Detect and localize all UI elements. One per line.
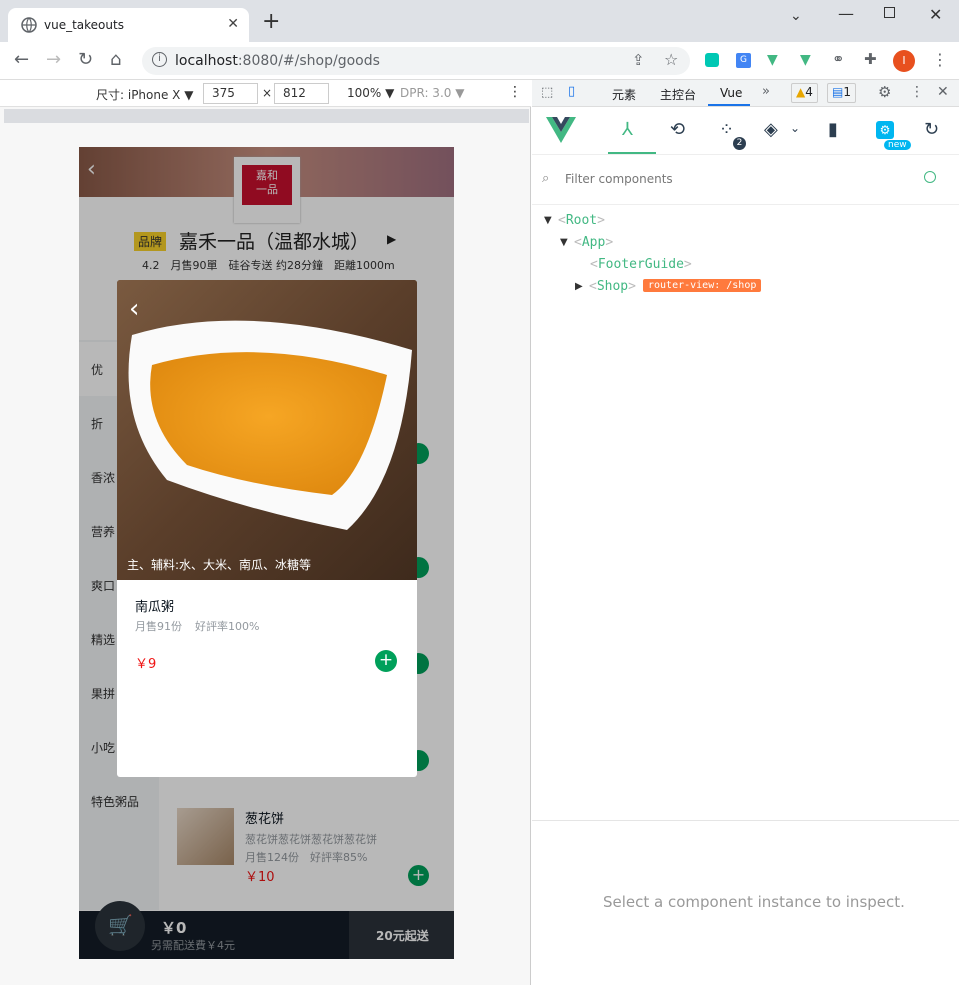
- back-icon[interactable]: ←: [14, 49, 29, 70]
- device-more-icon[interactable]: ⋮: [508, 84, 522, 100]
- performance-dots-icon[interactable]: ⁘: [719, 119, 734, 140]
- components-tab-underline: [608, 152, 656, 154]
- warning-icon: ▲: [796, 85, 806, 99]
- share-icon[interactable]: ⇪: [632, 51, 645, 69]
- router-view-tag: router-view: /shop: [643, 279, 762, 292]
- select-component-icon[interactable]: [924, 171, 936, 183]
- expand-shop-icon[interactable]: ▶: [575, 281, 583, 292]
- add-to-cart-icon[interactable]: +: [375, 650, 397, 672]
- food-price: ￥9: [135, 657, 157, 672]
- settings-gear-icon[interactable]: ⚙: [878, 83, 891, 101]
- chart-icon[interactable]: ▮: [828, 119, 838, 140]
- devtools-tabbar: ⬚ ▯ 元素 主控台 Vue » ▲4 ▤1 ⚙ ⋮ ✕: [532, 80, 959, 107]
- vue-devtools-icon-2[interactable]: ▼: [800, 52, 811, 68]
- food-detail-modal: ‹ 主、辅料:水、大米、南瓜、冰糖等 南瓜粥 月售91份 好評率100% ￥9 …: [117, 280, 417, 777]
- timeline-count-badge: 2: [733, 137, 746, 150]
- messages-badge[interactable]: ▤1: [827, 83, 856, 103]
- devtools-panel: ⬚ ▯ 元素 主控台 Vue » ▲4 ▤1 ⚙ ⋮ ✕ ⅄ ⟲ ⁘ 2 ◈ ⌄…: [532, 80, 959, 985]
- inspector-pane: Select a component instance to inspect.: [532, 820, 959, 985]
- inspect-placeholder: Select a component instance to inspect.: [603, 893, 905, 911]
- browser-tab[interactable]: vue_takeouts ✕: [8, 8, 249, 42]
- expand-app-icon[interactable]: ▼: [560, 237, 568, 248]
- food-image: ‹ 主、辅料:水、大米、南瓜、冰糖等: [117, 280, 417, 580]
- width-input[interactable]: 375: [203, 83, 258, 104]
- info-icon[interactable]: i: [152, 52, 167, 67]
- tree-node-root[interactable]: <Root>: [558, 213, 605, 228]
- modal-back-icon[interactable]: ‹: [129, 294, 139, 324]
- device-toggle-icon[interactable]: ▯: [568, 84, 575, 99]
- close-window-icon[interactable]: ✕: [929, 5, 942, 24]
- browser-toolbar: ← → ↻ ⌂ i localhost:8080/#/shop/goods ⇪ …: [0, 42, 959, 80]
- tree-node-footerguide[interactable]: <FooterGuide>: [590, 257, 692, 272]
- timeline-icon[interactable]: ⟲: [670, 119, 685, 140]
- plugin-settings-icon[interactable]: ⚙: [876, 121, 894, 139]
- height-input[interactable]: 812: [274, 83, 329, 104]
- new-tab-button[interactable]: +: [262, 9, 280, 34]
- tree-node-app[interactable]: <App>: [574, 235, 613, 250]
- extension-teal-icon[interactable]: [705, 53, 719, 67]
- tab-elements[interactable]: 元素: [612, 86, 636, 103]
- globe-icon: [21, 17, 37, 37]
- minimize-icon[interactable]: —: [838, 4, 854, 23]
- expand-root-icon[interactable]: ▼: [544, 215, 552, 226]
- component-filter: ⌕ Filter components: [532, 155, 959, 205]
- food-name: 南瓜粥: [135, 600, 175, 615]
- routes-dropdown-icon[interactable]: ⌄: [790, 121, 800, 135]
- media-query-ruler[interactable]: [4, 109, 529, 123]
- inspect-element-icon[interactable]: ⬚: [541, 85, 553, 100]
- address-bar[interactable]: i localhost:8080/#/shop/goods ⇪ ☆: [142, 47, 690, 75]
- tab-vue-underline: [708, 104, 750, 106]
- filter-components-input[interactable]: Filter components: [565, 172, 673, 186]
- translate-icon[interactable]: G: [736, 53, 751, 68]
- device-toolbar: 尺寸: iPhone X ▼ 375 × 812 100% ▼ DPR: 3.0…: [0, 80, 531, 107]
- tree-node-shop[interactable]: <Shop>: [589, 279, 636, 294]
- search-icon: ⌕: [542, 171, 550, 186]
- message-icon: ▤: [832, 85, 844, 99]
- chrome-menu-icon[interactable]: ⋮: [932, 50, 948, 69]
- tab-vue[interactable]: Vue: [720, 86, 742, 100]
- tab-console[interactable]: 主控台: [660, 86, 696, 103]
- extensions-puzzle-icon[interactable]: ✚: [864, 50, 877, 68]
- tab-search-icon[interactable]: ⌄: [790, 8, 802, 24]
- maximize-icon[interactable]: [884, 7, 895, 18]
- dpr-select[interactable]: DPR: 3.0 ▼: [400, 86, 464, 100]
- device-viewport: 尺寸: iPhone X ▼ 375 × 812 100% ▼ DPR: 3.0…: [0, 80, 531, 985]
- vue-logo-icon: [546, 117, 576, 147]
- forward-icon[interactable]: →: [46, 49, 61, 70]
- zoom-select[interactable]: 100% ▼: [347, 86, 394, 100]
- tab-title: vue_takeouts: [44, 18, 124, 32]
- home-icon[interactable]: ⌂: [110, 49, 121, 70]
- device-select[interactable]: 尺寸: iPhone X ▼: [96, 86, 193, 103]
- refresh-icon[interactable]: ↻: [924, 119, 939, 140]
- tab-strip: vue_takeouts ✕ + ⌄ — ✕: [0, 0, 959, 42]
- vue-devtools-nav: ⅄ ⟲ ⁘ 2 ◈ ⌄ ▮ ⚙ new ↻: [532, 107, 959, 155]
- new-badge: new: [884, 140, 911, 150]
- profile-avatar[interactable]: I: [893, 50, 915, 72]
- warnings-badge[interactable]: ▲4: [791, 83, 818, 103]
- url-text: localhost:8080/#/shop/goods: [175, 53, 380, 69]
- phone-screen: ‹ 嘉和 一品 品牌 嘉禾一品（温都水城） ▶ 4.2 月售90單 硅谷专送 约2…: [79, 147, 454, 959]
- routes-icon[interactable]: ◈: [764, 119, 778, 140]
- devtools-menu-icon[interactable]: ⋮: [910, 84, 924, 100]
- reload-icon[interactable]: ↻: [78, 49, 93, 70]
- extension-link-icon[interactable]: ⚭: [832, 50, 845, 68]
- close-devtools-icon[interactable]: ✕: [937, 84, 949, 100]
- vue-devtools-icon[interactable]: ▼: [767, 52, 778, 68]
- bookmark-star-icon[interactable]: ☆: [664, 50, 678, 69]
- more-tabs-icon[interactable]: »: [762, 84, 770, 99]
- food-ingredients: 主、辅料:水、大米、南瓜、冰糖等: [127, 558, 312, 572]
- food-sales: 月售91份: [135, 620, 182, 633]
- food-rating: 好評率100%: [195, 620, 260, 633]
- close-tab-icon[interactable]: ✕: [227, 16, 239, 32]
- components-tab-icon[interactable]: ⅄: [622, 119, 633, 140]
- dimension-separator: ×: [262, 86, 273, 100]
